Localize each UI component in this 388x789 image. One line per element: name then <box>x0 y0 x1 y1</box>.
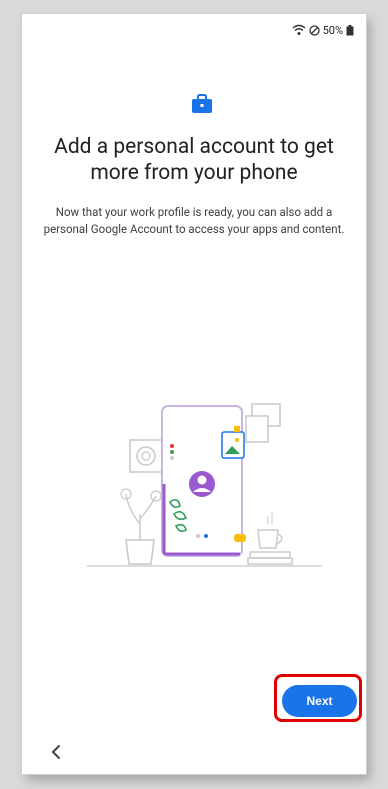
wifi-icon <box>292 24 306 36</box>
do-not-disturb-icon <box>308 24 320 36</box>
highlight-box <box>274 674 362 722</box>
briefcase-icon <box>191 94 213 114</box>
phone-with-profile-illustration <box>82 384 322 574</box>
battery-level: 50% <box>322 23 343 37</box>
screen: 50% Add a personal account to get more f… <box>22 14 366 774</box>
page-description: Now that your work profile is ready, you… <box>43 205 345 236</box>
status-bar: 50% <box>292 22 354 38</box>
chevron-left-icon[interactable] <box>44 740 68 764</box>
page-title: Add a personal account to get more from … <box>54 135 334 185</box>
battery-icon <box>346 24 354 36</box>
